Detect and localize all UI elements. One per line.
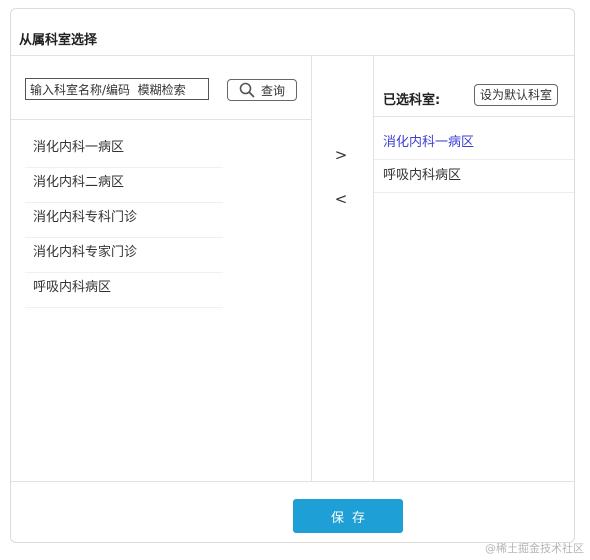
dialog-title: 从属科室选择 [19, 33, 98, 48]
search-button[interactable]: 查询 [227, 79, 297, 101]
available-department-item[interactable]: 呼吸内科病区 [25, 273, 223, 308]
search-input[interactable] [25, 78, 209, 100]
remove-from-selected-button[interactable]: < [326, 187, 356, 211]
right-panel-divider [374, 116, 574, 117]
available-department-item[interactable]: 消化内科专家门诊 [25, 238, 223, 273]
search-icon [239, 82, 255, 98]
selected-department-item[interactable]: 呼吸内科病区 [374, 160, 574, 193]
search-button-label: 查询 [260, 83, 285, 98]
title-divider [11, 55, 574, 56]
save-button[interactable]: 保存 [293, 499, 403, 533]
footer-divider [11, 481, 574, 482]
selected-departments-label: 已选科室: [383, 93, 441, 108]
watermark: @稀土掘金技术社区 [485, 542, 584, 555]
available-department-item[interactable]: 消化内科一病区 [25, 133, 223, 168]
panel-separator-right [373, 56, 374, 481]
left-panel-divider [11, 119, 311, 120]
set-default-department-button[interactable]: 设为默认科室 [474, 84, 558, 106]
selected-department-item[interactable]: 消化内科一病区 [374, 127, 574, 160]
panel-separator-left [311, 56, 312, 481]
add-to-selected-button[interactable]: > [326, 143, 356, 167]
available-department-list: 消化内科一病区 消化内科二病区 消化内科专科门诊 消化内科专家门诊 呼吸内科病区 [25, 133, 223, 308]
department-select-dialog: 从属科室选择 查询 消化内科一病区 消化内科二病区 消化内科专科门诊 消化内科专… [10, 8, 575, 543]
available-department-item[interactable]: 消化内科二病区 [25, 168, 223, 203]
available-department-item[interactable]: 消化内科专科门诊 [25, 203, 223, 238]
selected-department-list: 消化内科一病区 呼吸内科病区 [374, 127, 574, 193]
